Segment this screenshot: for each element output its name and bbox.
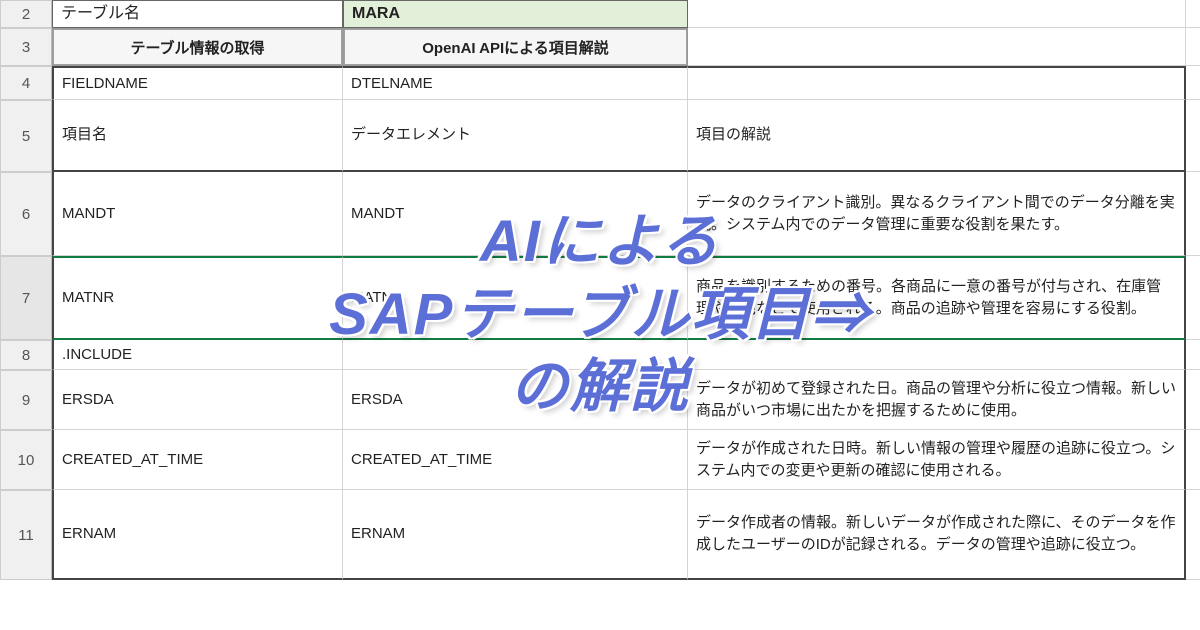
cell-r6-c5[interactable] <box>1186 172 1200 256</box>
fetch-table-info-button[interactable]: テーブル情報の取得 <box>53 29 342 65</box>
desc-mandt[interactable]: データのクライアント識別。異なるクライアント間でのデータ分離を実現。システム内で… <box>688 172 1186 256</box>
desc-created-at-time[interactable]: データが作成された日時。新しい情報の管理や履歴の追跡に役立つ。システム内での変更… <box>688 430 1186 490</box>
table-name-value-cell[interactable]: MARA <box>343 0 688 28</box>
dtel-ersda[interactable]: ERSDA <box>343 370 688 430</box>
dtel-matnr[interactable]: MATNR <box>343 256 688 340</box>
col-header-fieldname-tech[interactable]: FIELDNAME <box>52 66 343 100</box>
field-include[interactable]: .INCLUDE <box>52 340 343 370</box>
fetch-button-cell: テーブル情報の取得 <box>52 28 343 66</box>
row-header-7[interactable]: 7 <box>0 256 52 340</box>
table-name-label-cell[interactable]: テーブル名 <box>52 0 343 28</box>
dtel-mandt[interactable]: MANDT <box>343 172 688 256</box>
cell-r9-c5[interactable] <box>1186 370 1200 430</box>
col-header-dtelname-tech[interactable]: DTELNAME <box>343 66 688 100</box>
field-matnr[interactable]: MATNR <box>52 256 343 340</box>
dtel-created-at-time[interactable]: CREATED_AT_TIME <box>343 430 688 490</box>
col-header-desc-jp[interactable]: 項目の解説 <box>688 100 1186 172</box>
row-header-10[interactable]: 10 <box>0 430 52 490</box>
row-header-9[interactable]: 9 <box>0 370 52 430</box>
row-header-2[interactable]: 2 <box>0 0 52 28</box>
col-header-dtelname-jp[interactable]: データエレメント <box>343 100 688 172</box>
row-header-6[interactable]: 6 <box>0 172 52 256</box>
col-header-desc-tech[interactable] <box>688 66 1186 100</box>
cell-r11-c5[interactable] <box>1186 490 1200 580</box>
ai-button-cell: OpenAI APIによる項目解説 <box>343 28 688 66</box>
field-mandt[interactable]: MANDT <box>52 172 343 256</box>
spreadsheet-grid: 2 テーブル名 MARA 3 テーブル情報の取得 OpenAI APIによる項目… <box>0 0 1200 580</box>
col-header-fieldname-jp[interactable]: 項目名 <box>52 100 343 172</box>
cell-r3-c4[interactable] <box>688 28 1186 66</box>
dtel-ernam[interactable]: ERNAM <box>343 490 688 580</box>
row-header-5[interactable]: 5 <box>0 100 52 172</box>
desc-ersda[interactable]: データが初めて登録された日。商品の管理や分析に役立つ情報。新しい商品がいつ市場に… <box>688 370 1186 430</box>
desc-include[interactable] <box>688 340 1186 370</box>
row-header-4[interactable]: 4 <box>0 66 52 100</box>
openai-explain-button[interactable]: OpenAI APIによる項目解説 <box>344 29 687 65</box>
cell-r7-c5[interactable] <box>1186 256 1200 340</box>
row-header-3[interactable]: 3 <box>0 28 52 66</box>
cell-r8-c5[interactable] <box>1186 340 1200 370</box>
cell-r4-c5[interactable] <box>1186 66 1200 100</box>
row-header-11[interactable]: 11 <box>0 490 52 580</box>
desc-matnr[interactable]: 商品を識別するための番号。各商品に一意の番号が付与され、在庫管理や販売などで使用… <box>688 256 1186 340</box>
cell-r2-c4[interactable] <box>688 0 1186 28</box>
cell-r2-c5[interactable] <box>1186 0 1200 28</box>
cell-r5-c5[interactable] <box>1186 100 1200 172</box>
dtel-include[interactable] <box>343 340 688 370</box>
row-header-8[interactable]: 8 <box>0 340 52 370</box>
cell-r10-c5[interactable] <box>1186 430 1200 490</box>
desc-ernam[interactable]: データ作成者の情報。新しいデータが作成された際に、そのデータを作成したユーザーの… <box>688 490 1186 580</box>
field-ersda[interactable]: ERSDA <box>52 370 343 430</box>
field-ernam[interactable]: ERNAM <box>52 490 343 580</box>
field-created-at-time[interactable]: CREATED_AT_TIME <box>52 430 343 490</box>
cell-r3-c5[interactable] <box>1186 28 1200 66</box>
